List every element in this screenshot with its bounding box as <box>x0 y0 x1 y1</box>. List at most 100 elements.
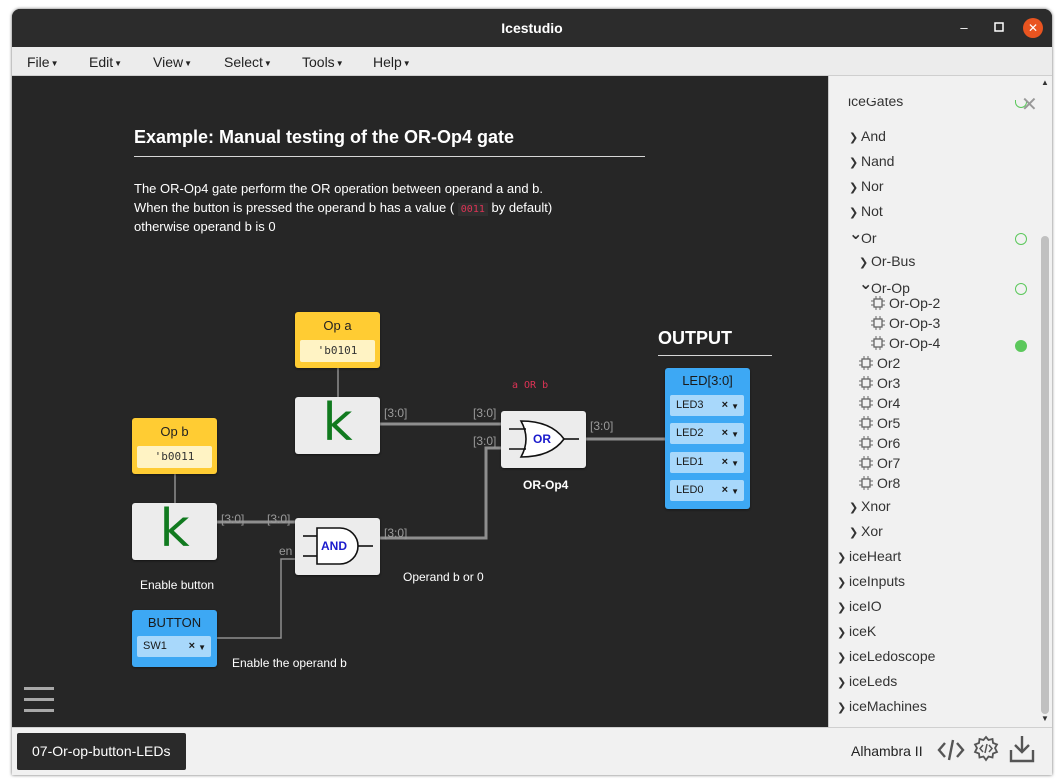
tree-item-xnor[interactable]: ❯ Xnor <box>849 498 891 520</box>
tree-item-nand[interactable]: ❯ Nand <box>849 153 894 175</box>
tree-item-or8[interactable]: Or8 <box>859 475 900 497</box>
menu-edit[interactable]: Edit▼ <box>89 54 122 70</box>
constant-op-b[interactable]: Op b 'b0011 <box>132 418 217 474</box>
tree-item-icemachines[interactable]: ❯ iceMachines <box>837 698 927 720</box>
chevron-right-icon[interactable]: ❯ <box>837 576 849 589</box>
chevron-right-icon[interactable]: ❯ <box>849 206 861 219</box>
chevron-right-icon[interactable]: ❯ <box>859 256 871 269</box>
tree-item-label: iceK <box>849 623 877 639</box>
clear-icon[interactable]: × <box>722 423 728 444</box>
tree-item-iceleds[interactable]: ❯ iceLeds <box>837 673 897 695</box>
chip-icon <box>859 416 873 430</box>
board-selector[interactable]: Alhambra II <box>851 743 923 759</box>
constant-value[interactable]: 'b0011 <box>137 446 212 468</box>
tree-item-iceledoscope[interactable]: ❯ iceLedoscope <box>837 648 935 670</box>
chevron-right-icon[interactable]: ❯ <box>837 701 849 714</box>
tree-item-or-op-2[interactable]: Or-Op-2 <box>871 295 940 317</box>
tree-item-icek[interactable]: ❯ iceK <box>837 623 876 645</box>
tree-item-nor[interactable]: ❯ Nor <box>849 178 884 200</box>
chevron-right-icon[interactable]: ❯ <box>849 131 861 144</box>
caption-operand-b-or-0: Operand b or 0 <box>403 570 484 584</box>
maximize-button[interactable] <box>989 18 1009 38</box>
status-dot <box>1015 233 1027 245</box>
tree-item-label: Nor <box>861 178 884 194</box>
project-tab[interactable]: 07-Or-op-button-LEDs <box>17 733 186 770</box>
download-icon[interactable] <box>1009 734 1035 764</box>
tree-item-and[interactable]: ❯ And <box>849 128 886 150</box>
tree-item-iceheart[interactable]: ❯ iceHeart <box>837 548 901 570</box>
pin-label: SW1 <box>143 640 167 652</box>
collection-panel[interactable]: iceGates ✕ ❯ And ❯ Nand ❯ Nor ❯ Not ⌄Or ❯ Or-Bus ⌄O… <box>828 76 1052 727</box>
chevron-down-icon[interactable]: ⌄ <box>859 274 872 294</box>
constant-op-a[interactable]: Op a 'b0101 <box>295 312 380 368</box>
k-block-a[interactable]: k <box>295 393 380 454</box>
menu-select[interactable]: Select▼ <box>224 54 272 70</box>
close-window-button[interactable]: ✕ <box>1023 18 1043 38</box>
settings-gear-icon[interactable] <box>972 735 1000 763</box>
tree-item-or-op-4[interactable]: Or-Op-4 <box>871 335 940 357</box>
tree-item-label: Or <box>861 230 877 246</box>
tree-item-or4[interactable]: Or4 <box>859 395 900 417</box>
minimize-button[interactable]: – <box>954 18 974 38</box>
maximize-icon <box>994 22 1004 32</box>
chevron-right-icon[interactable]: ❯ <box>849 526 861 539</box>
tree-item-xor[interactable]: ❯ Xor <box>849 523 883 545</box>
tree-item-or-op-3[interactable]: Or-Op-3 <box>871 315 940 337</box>
clear-icon[interactable]: × <box>722 452 728 473</box>
menu-file[interactable]: File▼ <box>27 54 58 70</box>
description-line-3: otherwise operand b is 0 <box>134 219 276 234</box>
clear-icon[interactable]: × <box>722 480 728 501</box>
led-pin-select[interactable]: LED2 × ▼ <box>670 423 744 444</box>
led-pin-select[interactable]: LED3 × ▼ <box>670 395 744 416</box>
led-output-block[interactable]: LED[3:0] LED3 × ▼ LED2 × ▼ LED1 × ▼ LED0… <box>665 368 750 509</box>
button-input-block[interactable]: BUTTON SW1 × ▼ <box>132 610 217 667</box>
close-panel-icon[interactable]: ✕ <box>1021 92 1038 117</box>
and-gate-block[interactable]: AND <box>295 518 380 575</box>
tree-item-or6[interactable]: Or6 <box>859 435 900 457</box>
chevron-right-icon[interactable]: ❯ <box>837 626 849 639</box>
menu-bar: File▼ Edit▼ View▼ Select▼ Tools▼ Help▼ <box>12 47 1052 76</box>
tree-item-or5[interactable]: Or5 <box>859 415 900 437</box>
code-view-icon[interactable] <box>937 737 965 763</box>
menu-view[interactable]: View▼ <box>153 54 192 70</box>
wire-label-bus: [3:0] <box>221 512 245 526</box>
led-pin-select[interactable]: LED0 × ▼ <box>670 480 744 501</box>
chevron-down-icon[interactable]: ⌄ <box>849 224 862 244</box>
tree-item-iceinputs[interactable]: ❯ iceInputs <box>837 573 905 595</box>
wire-and-to-or[interactable] <box>380 446 502 540</box>
chevron-right-icon[interactable]: ❯ <box>837 651 849 664</box>
chevron-right-icon[interactable]: ❯ <box>849 156 861 169</box>
button-pin-select[interactable]: SW1 × ▼ <box>137 636 211 657</box>
tree-item-or3[interactable]: Or3 <box>859 375 900 397</box>
chevron-right-icon[interactable]: ❯ <box>837 551 849 564</box>
wire-label-en: en <box>279 544 293 558</box>
scroll-down-icon[interactable]: ▼ <box>1041 714 1049 723</box>
clear-icon[interactable]: × <box>722 395 728 416</box>
tree-item-or[interactable]: ⌄Or <box>849 226 877 250</box>
circuit-canvas[interactable]: Example: Manual testing of the OR-Op4 ga… <box>12 76 828 727</box>
constant-value[interactable]: 'b0101 <box>300 340 375 362</box>
code-literal: 0011 <box>457 203 488 216</box>
tree-item-not[interactable]: ❯ Not <box>849 203 883 225</box>
tree-item-iceio[interactable]: ❯ iceIO <box>837 598 882 620</box>
chevron-right-icon[interactable]: ❯ <box>837 601 849 614</box>
menu-tools[interactable]: Tools▼ <box>302 54 344 70</box>
tree-item-or7[interactable]: Or7 <box>859 455 900 477</box>
chevron-right-icon[interactable]: ❯ <box>837 676 849 689</box>
scrollbar-thumb[interactable] <box>1041 236 1049 714</box>
clear-icon[interactable]: × <box>189 636 195 657</box>
k-block-b[interactable]: k <box>132 499 217 560</box>
led-pin-select[interactable]: LED1 × ▼ <box>670 452 744 473</box>
hamburger-menu-icon[interactable] <box>24 685 54 715</box>
scroll-up-icon[interactable]: ▲ <box>1041 78 1049 87</box>
chevron-right-icon[interactable]: ❯ <box>849 181 861 194</box>
caret-down-icon: ▼ <box>731 487 739 496</box>
tree-item-or2[interactable]: Or2 <box>859 355 900 377</box>
menu-help[interactable]: Help▼ <box>373 54 411 70</box>
chevron-right-icon[interactable]: ❯ <box>849 501 861 514</box>
app-window: Icestudio – ✕ File▼ Edit▼ View▼ Select▼ … <box>12 9 1052 775</box>
tree-item-label: Or3 <box>877 375 901 391</box>
or-gate-block[interactable]: OR <box>501 411 586 468</box>
wire-button-to-en[interactable] <box>217 558 295 639</box>
tree-item-or-bus[interactable]: ❯ Or-Bus <box>859 253 915 275</box>
